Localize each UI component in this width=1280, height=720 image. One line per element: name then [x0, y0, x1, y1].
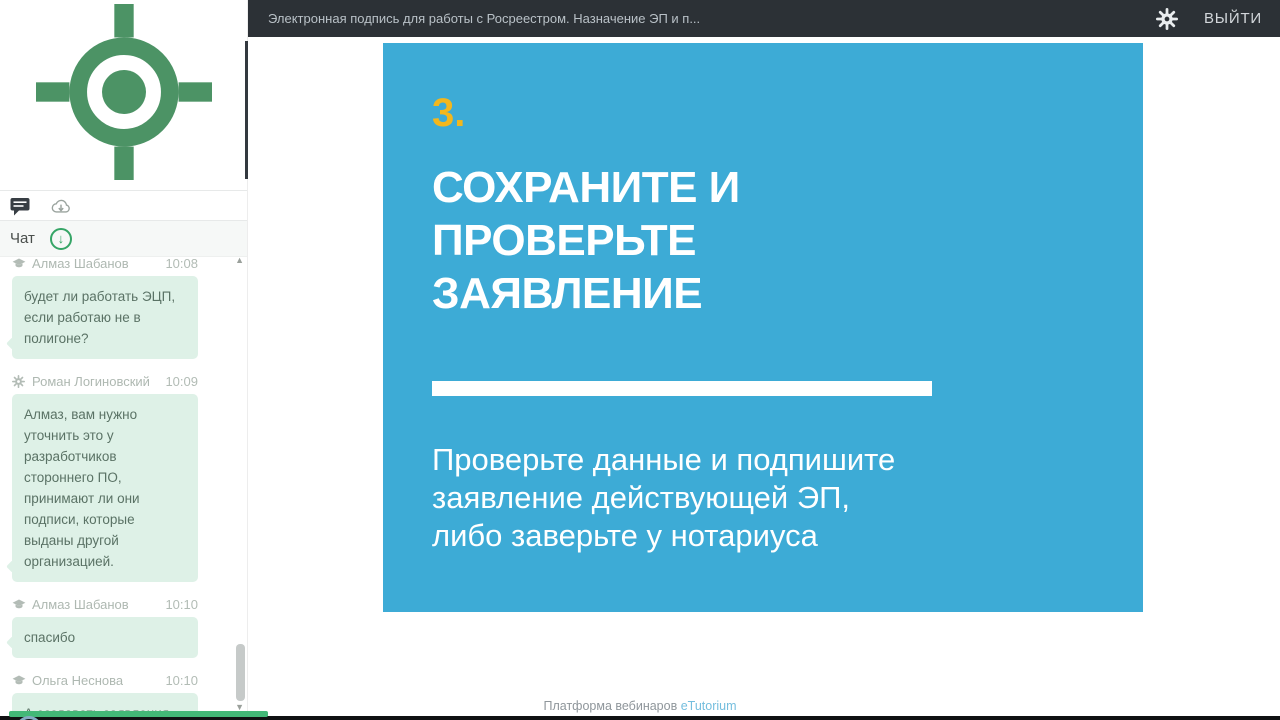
message-author: Алмаз Шабанов	[32, 596, 129, 612]
polygon-crosshair-logo-icon	[35, 4, 212, 180]
chat-message-list[interactable]: Алмаз Шабанов 10:08 будет ли работать ЭЦ…	[0, 253, 248, 720]
message-bubble: спасибо	[12, 617, 198, 658]
message-header: Алмаз Шабанов 10:10	[12, 596, 198, 612]
chat-scroll-up-arrow[interactable]: ▲	[235, 255, 244, 265]
bottom-cropped-green-bar	[9, 711, 268, 717]
chat-message: Алмаз Шабанов 10:08 будет ли работать ЭЦ…	[12, 255, 198, 359]
message-author: Роман Логиновский	[32, 373, 150, 389]
footer-text: Платформа вебинаров	[543, 699, 681, 713]
chat-bubble-icon	[10, 197, 30, 215]
slide-step-number: 3.	[432, 91, 466, 135]
chat-header: Чат ↓	[0, 221, 247, 257]
settings-button[interactable]	[1155, 7, 1178, 30]
graduation-cap-icon	[12, 674, 26, 687]
message-header: Роман Логиновский 10:09	[12, 373, 198, 389]
message-author: Ольга Неснова	[32, 672, 124, 688]
exit-button[interactable]: ВЫЙТИ	[1204, 10, 1262, 27]
presenter-logo-area	[0, 4, 248, 191]
chat-messages: Алмаз Шабанов 10:08 будет ли работать ЭЦ…	[0, 253, 232, 720]
circled-down-arrow-icon: ↓	[57, 231, 65, 246]
gear-icon	[12, 374, 26, 388]
message-header: Алмаз Шабанов 10:08	[12, 255, 198, 271]
cloud-download-icon	[51, 199, 70, 213]
webinar-title: Электронная подпись для работы с Росреес…	[268, 11, 701, 26]
scroll-to-latest-button[interactable]: ↓	[49, 227, 72, 250]
message-header: Ольга Неснова 10:10	[12, 672, 198, 688]
top-bar: Электронная подпись для работы с Росреес…	[248, 0, 1280, 37]
chat-scrollbar-thumb[interactable]	[236, 644, 245, 701]
message-author: Алмаз Шабанов	[32, 255, 129, 271]
slide: 3. СОХРАНИТЕ И ПРОВЕРЬТЕ ЗАЯВЛЕНИЕ Проверь…	[383, 43, 1143, 612]
message-time: 10:10	[165, 597, 198, 612]
graduation-cap-icon	[12, 257, 26, 270]
slide-divider-bar	[432, 381, 932, 396]
message-bubble: Алмаз, вам нужно уточнить это у разработ…	[12, 394, 198, 582]
chat-title: Чат	[10, 230, 35, 247]
message-bubble: будет ли работать ЭЦП, если работаю не в…	[12, 276, 198, 359]
presentation-stage: 3. СОХРАНИТЕ И ПРОВЕРЬТЕ ЗАЯВЛЕНИЕ Проверь…	[248, 37, 1280, 720]
slide-title: СОХРАНИТЕ И ПРОВЕРЬТЕ ЗАЯВЛЕНИЕ	[432, 163, 740, 318]
message-time: 10:08	[165, 256, 198, 271]
slide-body-text: Проверьте данные и подпишите заявление де…	[432, 442, 896, 553]
chat-message: Роман Логиновский 10:09 Алмаз, вам нужно…	[12, 373, 198, 582]
message-time: 10:09	[165, 374, 198, 389]
gear-icon	[1155, 7, 1178, 30]
tab-chat[interactable]	[9, 196, 31, 216]
tab-downloads[interactable]	[50, 196, 72, 216]
sidebar: Чат ↓ Алмаз Шабанов 10:08 будет ли работ…	[0, 0, 248, 720]
etutorium-link[interactable]: eTutorium	[681, 699, 737, 713]
webinar-page: Чат ↓ Алмаз Шабанов 10:08 будет ли работ…	[0, 0, 1280, 720]
sidebar-tabs	[0, 191, 247, 221]
graduation-cap-icon	[12, 598, 26, 611]
message-time: 10:10	[165, 673, 198, 688]
chat-message: Алмаз Шабанов 10:10 спасибо	[12, 596, 198, 658]
